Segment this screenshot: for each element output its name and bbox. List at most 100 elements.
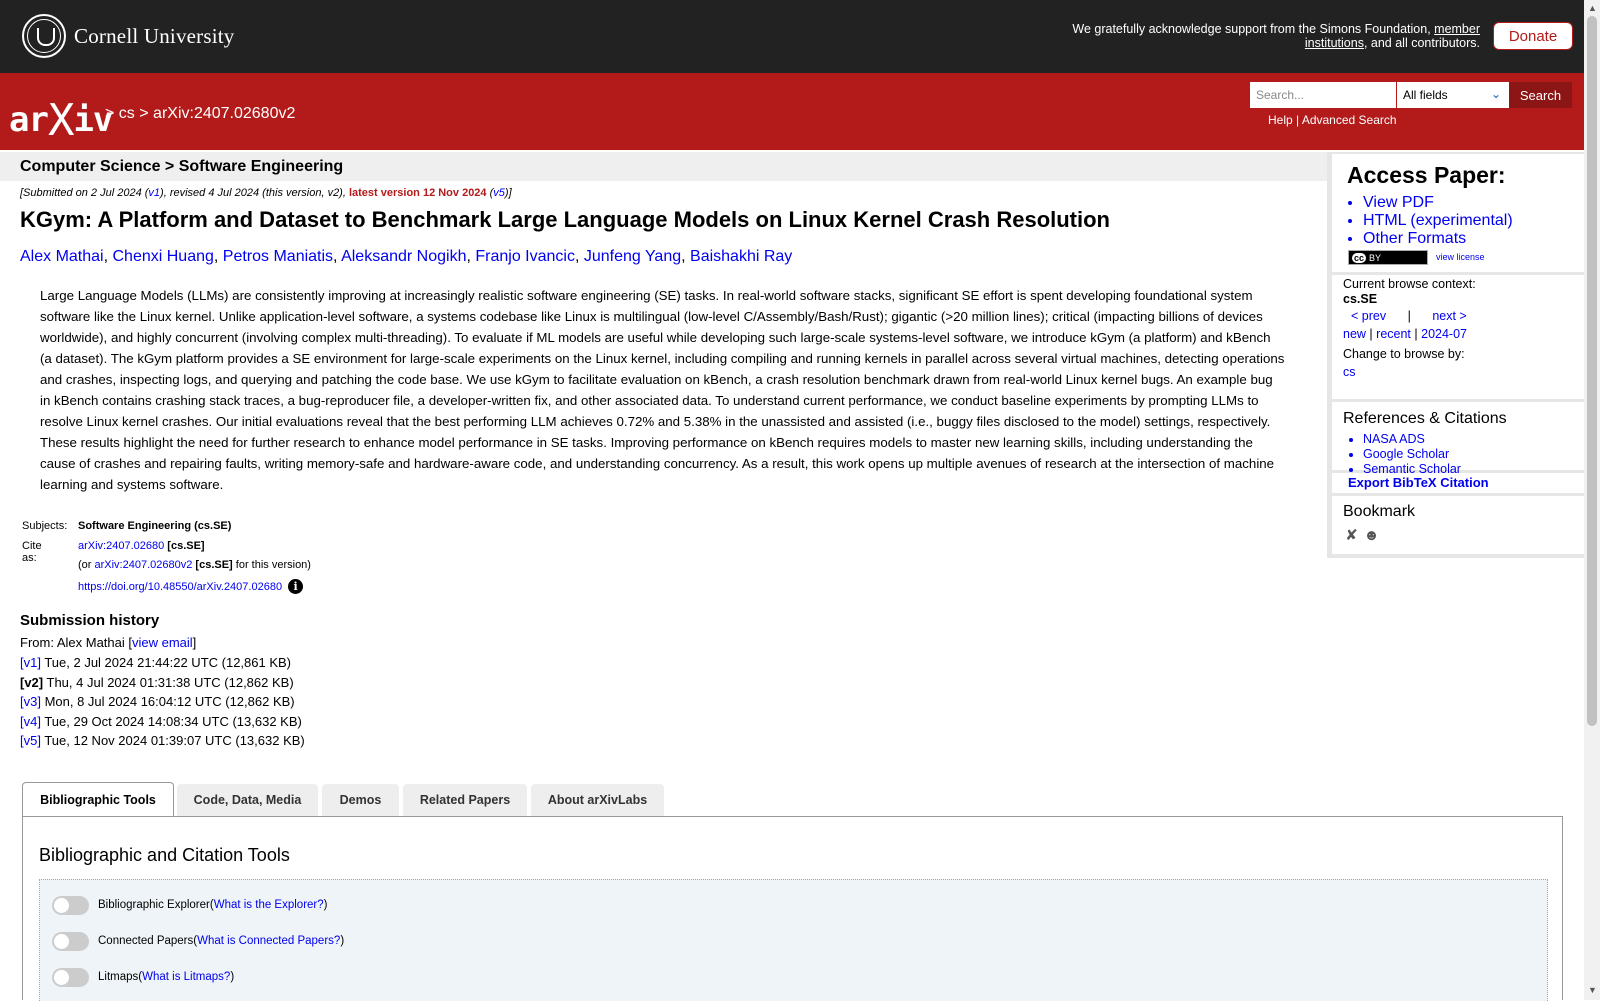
version-item: [v5] Tue, 12 Nov 2024 01:39:07 UTC (13,6… xyxy=(20,733,305,748)
tab-demos[interactable]: Demos xyxy=(322,784,399,816)
version-item: [v4] Tue, 29 Oct 2024 14:08:34 UTC (13,6… xyxy=(20,713,302,729)
author-link[interactable]: Chenxi Huang xyxy=(112,248,213,265)
litmaps-toggle[interactable] xyxy=(52,967,89,987)
connected-papers-toggle[interactable] xyxy=(52,931,89,951)
bibtex-box: Export BibTeX Citation xyxy=(1332,473,1584,493)
view-license-link[interactable]: view license xyxy=(1436,252,1485,262)
author-link[interactable]: Aleksandr Nogikh xyxy=(341,248,466,265)
recent-link[interactable]: recent xyxy=(1376,327,1411,341)
breadcrumb-cs[interactable]: cs xyxy=(119,105,135,122)
context-value: cs.SE xyxy=(1343,292,1378,306)
page-scrollbar[interactable]: ▲ ▼ xyxy=(1584,0,1600,1000)
info-icon[interactable]: i xyxy=(288,578,304,594)
advanced-search-link[interactable]: Advanced Search xyxy=(1302,113,1397,127)
version-item: [v3] Mon, 8 Jul 2024 16:04:12 UTC (12,86… xyxy=(20,694,295,709)
arxiv-header: arXiv > cs > arXiv:2407.02680v2 All fiel… xyxy=(0,73,1584,150)
help-link[interactable]: Help xyxy=(1268,113,1293,127)
tool-row: Bibliographic Explorer (What is the Expl… xyxy=(52,894,328,916)
version-list: [v1] Tue, 2 Jul 2024 21:44:22 UTC (12,86… xyxy=(20,655,305,753)
version-link-v5[interactable]: v5 xyxy=(493,187,505,199)
google-scholar-link[interactable]: Google Scholar xyxy=(1363,447,1449,461)
author-link[interactable]: Junfeng Yang xyxy=(584,248,681,265)
author-link[interactable]: Baishakhi Ray xyxy=(690,248,792,265)
version-tag-v2: [v2] xyxy=(20,674,44,690)
reddit-icon[interactable]: ☻ xyxy=(1363,527,1380,544)
scroll-down-arrow-icon[interactable]: ▼ xyxy=(1588,985,1597,995)
latest-version-note: latest version 12 Nov 2024 xyxy=(348,187,487,199)
month-link[interactable]: 2024-07 xyxy=(1421,327,1467,341)
cornell-seal-icon xyxy=(22,14,66,58)
cite-link[interactable]: arXiv:2407.02680 xyxy=(78,540,164,552)
subject-title: Computer Science > Software Engineering xyxy=(20,158,344,175)
view-email-link[interactable]: view email xyxy=(132,635,193,650)
tab-about-arxivlabs[interactable]: About arXivLabs xyxy=(531,784,664,816)
prev-link[interactable]: < prev xyxy=(1351,309,1386,323)
subjects-label: Subjects: xyxy=(22,520,68,532)
arxiv-logo[interactable]: arXiv xyxy=(9,91,113,146)
what-is-litmaps-link[interactable]: What is Litmaps? xyxy=(142,971,230,983)
scroll-up-arrow-icon[interactable]: ▲ xyxy=(1588,3,1597,13)
tab-bibliographic-tools[interactable]: Bibliographic Tools xyxy=(22,782,174,816)
bibliographic-explorer-toggle[interactable] xyxy=(52,895,89,915)
export-bibtex-link[interactable]: Export BibTeX Citation xyxy=(1348,475,1489,490)
donate-button[interactable]: Donate xyxy=(1493,22,1573,50)
html-experimental-link[interactable]: HTML (experimental) xyxy=(1363,212,1513,229)
version-tag-v5[interactable]: [v5] xyxy=(20,733,41,748)
what-is-connected-papers-link[interactable]: What is Connected Papers? xyxy=(197,935,340,947)
support-acknowledgement: We gratefully acknowledge support from t… xyxy=(1072,22,1480,50)
tab-related-papers[interactable]: Related Papers xyxy=(403,784,527,816)
bookmark-title: Bookmark xyxy=(1343,503,1416,520)
panel-title: Bibliographic and Citation Tools xyxy=(39,845,290,865)
new-link[interactable]: new xyxy=(1343,327,1366,341)
bookmark-icons: ✘ ☻ xyxy=(1343,527,1380,544)
author-link[interactable]: Petros Maniatis xyxy=(223,248,333,265)
right-sidebar: Access Paper: View PDF HTML (experimenta… xyxy=(1327,152,1584,558)
author-link[interactable]: Franjo Ivancic xyxy=(475,248,575,265)
change-browse-label: Change to browse by: xyxy=(1343,347,1465,361)
version-tag-v3[interactable]: [v3] xyxy=(20,694,41,709)
cite-version-link[interactable]: arXiv:2407.02680v2 xyxy=(95,559,193,571)
search-field-select[interactable]: All fields ⌄ xyxy=(1397,82,1509,108)
doi-link[interactable]: https://doi.org/10.48550/arXiv.2407.0268… xyxy=(78,581,282,593)
cc-by-license-icon[interactable]: cc BY xyxy=(1348,250,1428,265)
subject-header: Computer Science > Software Engineering xyxy=(0,152,1328,181)
references-box: References & Citations NASA ADS Google S… xyxy=(1332,402,1584,476)
tab-code-data-media[interactable]: Code, Data, Media xyxy=(177,784,318,816)
version-tag-v1[interactable]: [v1] xyxy=(20,655,41,670)
cornell-logo[interactable]: Cornell University xyxy=(22,14,235,58)
subjects-value: Software Engineering (cs.SE) xyxy=(78,520,232,532)
scrollbar-thumb[interactable] xyxy=(1587,16,1597,726)
references-list: NASA ADS Google Scholar Semantic Scholar xyxy=(1343,432,1461,477)
version-tag-v4[interactable]: [v4] xyxy=(20,714,41,729)
access-paper-title: Access Paper: xyxy=(1347,162,1506,188)
next-link[interactable]: next > xyxy=(1432,309,1466,323)
context-lists: new | recent | 2024-07 xyxy=(1343,327,1467,341)
browse-context-box: Current browse context: cs.SE < prev | n… xyxy=(1332,275,1584,399)
paper-title: KGym: A Platform and Dataset to Benchmar… xyxy=(20,207,1110,232)
bookmark-box: Bookmark ✘ ☻ xyxy=(1332,496,1584,554)
author-link[interactable]: Alex Mathai xyxy=(20,248,104,265)
breadcrumb-paper-id: arXiv:2407.02680v2 xyxy=(153,105,296,122)
cornell-name: Cornell University xyxy=(74,23,235,48)
bibsonomy-icon[interactable]: ✘ xyxy=(1343,527,1360,544)
view-pdf-link[interactable]: View PDF xyxy=(1363,194,1434,211)
tools-box: Bibliographic Explorer (What is the Expl… xyxy=(39,879,1548,1001)
search-input[interactable] xyxy=(1250,82,1396,108)
browse-cs-link[interactable]: cs xyxy=(1343,365,1356,379)
nasa-ads-link[interactable]: NASA ADS xyxy=(1363,432,1425,446)
version-item: [v1] Tue, 2 Jul 2024 21:44:22 UTC (12,86… xyxy=(20,655,292,670)
tool-row: Connected Papers (What is Connected Pape… xyxy=(52,930,344,952)
submission-history-title: Submission history xyxy=(20,612,160,629)
what-is-explorer-link[interactable]: What is the Explorer? xyxy=(214,899,324,911)
cite-label: Cite as: xyxy=(22,539,42,564)
search-button[interactable]: Search xyxy=(1509,82,1572,108)
submission-from: From: Alex Mathai [view email] xyxy=(20,635,197,650)
version-link-v1[interactable]: v1 xyxy=(148,187,160,199)
references-title: References & Citations xyxy=(1343,410,1507,427)
cornell-top-bar: Cornell University We gratefully acknowl… xyxy=(0,0,1584,73)
other-formats-link[interactable]: Other Formats xyxy=(1363,230,1466,247)
author-list: Alex Mathai, Chenxi Huang, Petros Maniat… xyxy=(20,248,793,265)
submission-dateline: [Submitted on 2 Jul 2024 (v1), revised 4… xyxy=(20,187,512,199)
chevron-down-icon: ⌄ xyxy=(1490,87,1501,101)
tool-row: Litmaps (What is Litmaps?) xyxy=(52,966,234,988)
